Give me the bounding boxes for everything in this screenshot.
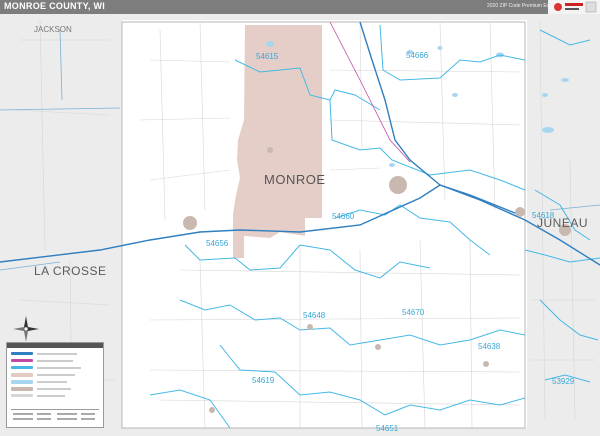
legend-zip-table	[11, 409, 99, 424]
map-title: MONROE COUNTY, WI	[4, 1, 106, 11]
map-frame: MONROE COUNTY, WI 2020 ZIP Code Premium …	[0, 0, 600, 436]
compass-rose-icon	[12, 315, 40, 343]
zip-label-53929: 53929	[552, 377, 575, 386]
title-bar: MONROE COUNTY, WI 2020 ZIP Code Premium …	[0, 0, 600, 14]
map-legend	[6, 342, 104, 428]
zip-label-54618: 54618	[532, 211, 555, 220]
zip-label-54638: 54638	[478, 342, 501, 351]
publisher-logo-icon	[548, 0, 600, 14]
zip-label-54615: 54615	[256, 52, 279, 61]
legend-swatch-road	[11, 394, 33, 397]
zip-label-54660: 54660	[332, 212, 355, 221]
county-label-la-crosse: LA CROSSE	[34, 264, 107, 278]
legend-swatch-interstate	[11, 352, 33, 355]
county-label-monroe: MONROE	[264, 172, 326, 187]
legend-swatch-military	[11, 373, 33, 377]
zip-label-54651: 54651	[376, 424, 399, 433]
zip-label-54648: 54648	[303, 311, 326, 320]
zip-label-54666: 54666	[406, 51, 429, 60]
legend-swatch-water	[11, 380, 33, 384]
zip-label-54670: 54670	[402, 308, 425, 317]
monroe-county-area	[121, 21, 526, 429]
legend-swatch-railroad	[11, 359, 33, 362]
neighbor-area-south	[122, 428, 527, 436]
legend-swatch-zip	[11, 366, 33, 369]
neighbor-area-north	[122, 14, 527, 20]
county-label-jackson: JACKSON	[34, 25, 72, 34]
legend-header	[7, 343, 103, 348]
legend-swatch-town	[11, 387, 33, 391]
zip-label-54619: 54619	[252, 376, 275, 385]
zip-label-54656: 54656	[206, 239, 229, 248]
